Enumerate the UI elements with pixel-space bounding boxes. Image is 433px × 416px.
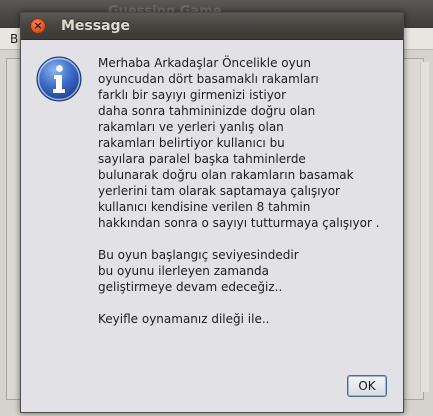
message-line: bulunarak doğru olan rakamların basamak	[98, 168, 354, 182]
message-text: Merhaba Arkadaşlar Öncelikle oyun oyuncud…	[98, 55, 398, 327]
message-line: rakamları belirtiyor kullanıcı bu	[98, 136, 285, 150]
message-line: daha sonra tahmininizde doğru olan	[98, 104, 316, 118]
message-line: yerlerini tam olarak saptamaya çalışıyor	[98, 184, 340, 198]
message-dialog: × Message Merhaba Arkadaşlar Öncelikle o…	[20, 12, 404, 413]
message-line: bu oyunu ilerleyen zamanda	[98, 264, 269, 278]
background-menu-item[interactable]: B	[10, 32, 18, 46]
dialog-title: Message	[61, 18, 131, 34]
background-scroll-edge	[420, 62, 429, 392]
message-line: hakkından sonra o sayıyı tutturmaya çalı…	[98, 216, 380, 230]
message-line: farklı bir sayıyı girmenizi istiyor	[98, 88, 287, 102]
message-line: rakamları ve yerleri yanlış olan	[98, 120, 284, 134]
message-line: Merhaba Arkadaşlar Öncelikle oyun	[98, 56, 311, 70]
message-line: kullanıcı kendisine verilen 8 tahmin	[98, 200, 311, 214]
close-button[interactable]: ×	[30, 18, 46, 34]
info-icon	[36, 56, 82, 102]
message-line: oyuncudan dört basamaklı rakamları	[98, 72, 319, 86]
message-line: Keyifle oynamanız dileği ile..	[98, 312, 270, 326]
dialog-titlebar[interactable]: × Message	[21, 13, 403, 40]
message-line: Bu oyun başlangıç seviyesindedir	[98, 248, 299, 262]
close-icon: ×	[33, 19, 43, 32]
message-line: sayılara paralel başka tahminlerde	[98, 152, 306, 166]
message-line: geliştirmeye devam edeceğiz..	[98, 280, 283, 294]
ok-button[interactable]: OK	[347, 375, 387, 397]
